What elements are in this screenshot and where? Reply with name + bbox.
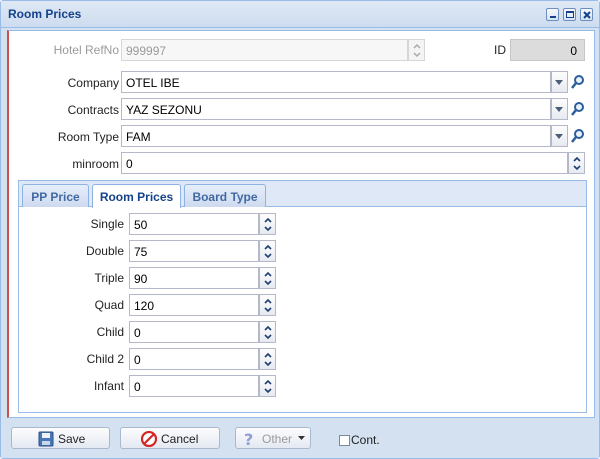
triple-spinner[interactable] — [259, 267, 276, 289]
single-label: Single — [90, 217, 124, 231]
company-dropdown-trigger[interactable] — [551, 71, 568, 93]
chevron-down-icon — [555, 80, 563, 85]
company-lookup-button[interactable] — [569, 71, 586, 93]
spin-up-icon[interactable] — [264, 243, 272, 251]
spin-down-icon[interactable] — [264, 306, 272, 314]
minroom-label: minroom — [72, 157, 119, 171]
single-spinner[interactable] — [259, 213, 276, 235]
spin-up-icon[interactable] — [264, 378, 272, 386]
maximize-icon[interactable] — [563, 8, 576, 21]
id-field: 0 — [510, 39, 585, 61]
chevron-down-icon — [298, 436, 305, 440]
child-2-spinner[interactable] — [259, 348, 276, 370]
contracts-label: Contracts — [67, 103, 119, 117]
quad-price-field[interactable]: 120 — [129, 294, 259, 316]
child-2-price-field[interactable]: 0 — [129, 348, 259, 370]
hotel-refno-field: 999997 — [121, 39, 408, 61]
window-title: Room Prices — [8, 7, 82, 21]
chevron-down-icon — [555, 134, 563, 139]
room-type-dropdown-trigger[interactable] — [551, 125, 568, 147]
tab-board-type[interactable]: Board Type — [184, 184, 266, 207]
other-label: Other — [262, 432, 293, 446]
window-titlebar[interactable]: Room Prices — [1, 1, 599, 28]
triple-label: Triple — [94, 271, 124, 285]
cont-checkbox[interactable] — [339, 435, 350, 446]
spin-up-icon[interactable] — [264, 324, 272, 332]
single-price-field[interactable]: 50 — [129, 213, 259, 235]
room-type-label: Room Type — [57, 130, 119, 144]
magnifier-icon — [571, 102, 584, 116]
contracts-dropdown-trigger[interactable] — [551, 98, 568, 120]
spin-up-icon[interactable] — [264, 297, 272, 305]
spin-down-icon[interactable] — [264, 252, 272, 260]
child-label: Child — [96, 325, 124, 339]
double-label: Double — [85, 244, 124, 258]
question-icon: ? — [244, 431, 253, 447]
tab-strip: PP Price Room Prices Board Type — [19, 181, 586, 208]
minroom-field[interactable]: 0 — [121, 152, 568, 174]
save-label: Save — [58, 432, 86, 446]
triple-price-field[interactable]: 90 — [129, 267, 259, 289]
contracts-combo[interactable]: YAZ SEZONU — [121, 98, 551, 120]
spin-up-icon[interactable] — [573, 155, 581, 163]
room-type-lookup-button[interactable] — [569, 125, 586, 147]
no-entry-icon — [141, 431, 157, 447]
double-price-field[interactable]: 75 — [129, 240, 259, 262]
spin-up-icon[interactable] — [264, 216, 272, 224]
room-type-combo[interactable]: FAM — [121, 125, 551, 147]
infant-label: Infant — [93, 379, 124, 393]
cancel-label: Cancel — [161, 432, 199, 446]
spin-down-icon[interactable] — [264, 333, 272, 341]
child-2-label: Child 2 — [86, 352, 124, 366]
spin-down-icon[interactable] — [264, 360, 272, 368]
svg-text:?: ? — [244, 431, 253, 447]
magnifier-icon — [571, 75, 584, 89]
child-spinner[interactable] — [259, 321, 276, 343]
tab-room-prices[interactable]: Room Prices — [92, 184, 181, 208]
room-prices-window: Room Prices Hotel RefNo 999997 ID 0 Comp… — [0, 0, 600, 459]
spin-up-icon[interactable] — [264, 270, 272, 278]
close-icon[interactable] — [580, 8, 593, 21]
quad-spinner[interactable] — [259, 294, 276, 316]
other-menu-button[interactable]: ? Other — [235, 427, 311, 449]
spin-down-icon[interactable] — [264, 387, 272, 395]
prices-tabpanel: PP Price Room Prices Board Type Single 5… — [18, 180, 587, 413]
infant-spinner[interactable] — [259, 375, 276, 397]
child-price-field[interactable]: 0 — [129, 321, 259, 343]
cancel-button[interactable]: Cancel — [120, 427, 220, 449]
company-label: Company — [67, 76, 119, 90]
company-combo[interactable]: OTEL IBE — [121, 71, 551, 93]
tab-pp-price[interactable]: PP Price — [22, 184, 89, 207]
chevron-down-icon — [555, 107, 563, 112]
spin-down-icon[interactable] — [264, 279, 272, 287]
minroom-spinner[interactable] — [568, 152, 585, 174]
save-button[interactable]: Save — [11, 427, 110, 449]
infant-price-field[interactable]: 0 — [129, 375, 259, 397]
double-spinner[interactable] — [259, 240, 276, 262]
spin-down-icon[interactable] — [573, 164, 581, 172]
spin-up-icon[interactable] — [264, 351, 272, 359]
spin-down-icon[interactable] — [264, 225, 272, 233]
id-label: ID — [494, 43, 506, 57]
floppy-icon — [38, 431, 54, 447]
cont-label[interactable]: Cont. — [351, 433, 380, 447]
form-body: Hotel RefNo 999997 ID 0 Company OTEL IBE… — [7, 30, 595, 418]
contracts-lookup-button[interactable] — [569, 98, 586, 120]
quad-label: Quad — [94, 298, 124, 312]
minimize-icon[interactable] — [546, 8, 559, 21]
room-prices-tab-body: Single 50 Double 75 Triple 90 Quad 120 C… — [19, 208, 586, 412]
hotel-refno-label: Hotel RefNo — [53, 43, 119, 57]
magnifier-icon — [571, 129, 584, 143]
